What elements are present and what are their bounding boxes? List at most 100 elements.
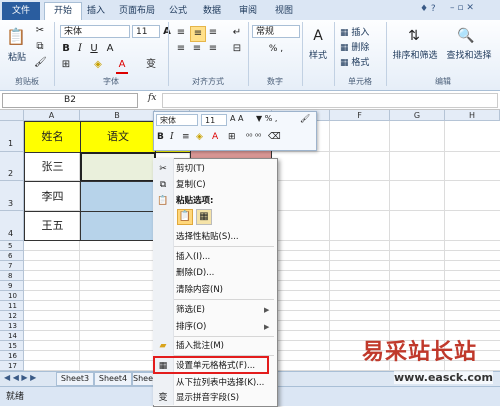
align-right-icon[interactable]: ≡: [206, 42, 220, 56]
menu-item-show-phonetic[interactable]: 显示拼音字段(S): [176, 391, 239, 405]
sheet-tab-sheet4[interactable]: Sheet4: [94, 372, 132, 386]
align-left-icon[interactable]: ≡: [174, 42, 188, 56]
row-header-5[interactable]: 5: [0, 241, 24, 251]
align-center-icon[interactable]: ≡: [190, 42, 204, 56]
merge-center-icon[interactable]: ⊟: [230, 42, 244, 56]
formula-input[interactable]: [162, 93, 498, 108]
row-header-4[interactable]: 4: [0, 211, 24, 241]
mini-format-painter-icon[interactable]: 🖌: [300, 114, 310, 123]
mini-italic-icon[interactable]: I: [170, 132, 174, 142]
row-header-15[interactable]: 15: [0, 341, 24, 351]
bold-icon[interactable]: B: [60, 42, 72, 56]
menu-item-clear-contents[interactable]: 清除内容(N): [176, 283, 223, 297]
paste-option-values-icon[interactable]: ▦: [196, 209, 212, 225]
grow-font-icon[interactable]: A: [162, 25, 172, 39]
find-icon[interactable]: 🔍: [456, 26, 476, 46]
menu-item-paste-special[interactable]: 选择性粘贴(S)...: [176, 230, 239, 244]
row-header-1[interactable]: 1: [0, 121, 24, 152]
align-middle-icon[interactable]: ≡: [190, 26, 206, 42]
font-name-combo[interactable]: 宋体: [60, 25, 130, 38]
column-header-B[interactable]: B: [80, 110, 155, 121]
menu-item-filter[interactable]: 筛选(E): [176, 303, 205, 317]
paste-option-default-icon[interactable]: 📋: [177, 209, 193, 225]
tab-data[interactable]: 数据: [200, 3, 224, 19]
column-header-A[interactable]: A: [24, 110, 80, 121]
mini-border-icon[interactable]: ⊞: [228, 132, 236, 142]
menu-item-insert[interactable]: 插入(I)...: [176, 250, 210, 264]
row-header-2[interactable]: 2: [0, 152, 24, 181]
menu-item-sort[interactable]: 排序(O): [176, 320, 206, 334]
number-format-combo[interactable]: 常规: [252, 25, 300, 38]
paste-button[interactable]: 粘贴: [6, 50, 28, 63]
text-color-icon[interactable]: A: [116, 58, 128, 74]
mini-eraser-icon[interactable]: ⌫: [268, 132, 281, 142]
column-header-H[interactable]: H: [445, 110, 500, 121]
insert-function-icon[interactable]: fx: [148, 93, 156, 103]
name-box[interactable]: B2: [2, 93, 138, 108]
cell-A3[interactable]: 李四: [24, 181, 81, 212]
row-header-11[interactable]: 11: [0, 301, 24, 311]
cut-icon[interactable]: ✂: [34, 24, 46, 38]
sheet-nav-arrows[interactable]: ◀ ◀ ▶ ▶: [4, 373, 36, 382]
copy-icon[interactable]: ⧉: [34, 40, 46, 54]
mini-decimal-icons[interactable]: ⁰⁰ ⁰⁰: [246, 132, 261, 141]
styles-icon[interactable]: A: [308, 26, 328, 46]
menu-item-copy[interactable]: 复制(C): [176, 178, 206, 192]
tab-page-layout[interactable]: 页面布局: [114, 3, 160, 19]
row-header-16[interactable]: 16: [0, 351, 24, 361]
paste-icon[interactable]: 📋: [6, 26, 26, 48]
row-header-3[interactable]: 3: [0, 181, 24, 211]
tab-review[interactable]: 审阅: [236, 3, 260, 19]
border-icon[interactable]: ⊞: [60, 58, 72, 72]
cell-B1[interactable]: 语文: [80, 121, 156, 153]
mini-number-icons[interactable]: ▼ % ,: [256, 114, 277, 123]
mini-fill-icon[interactable]: ◈: [196, 132, 203, 142]
mini-align-icon[interactable]: ≡: [182, 132, 190, 142]
window-controls[interactable]: – ▫ ✕: [450, 3, 474, 13]
find-select-button[interactable]: 查找和选择: [446, 48, 492, 61]
select-all-corner[interactable]: [0, 110, 24, 121]
row-header-9[interactable]: 9: [0, 281, 24, 291]
cell-B2-active[interactable]: [80, 152, 156, 182]
help-icon[interactable]: ♦ ?: [420, 4, 436, 14]
row-header-10[interactable]: 10: [0, 291, 24, 301]
menu-item-cut[interactable]: 剪切(T): [176, 162, 205, 176]
column-header-F[interactable]: F: [330, 110, 390, 121]
sort-filter-button[interactable]: 排序和筛选: [392, 48, 438, 61]
mini-font-color-icon[interactable]: A: [212, 132, 218, 142]
number-format-buttons[interactable]: % ,: [252, 42, 300, 56]
font-size-combo[interactable]: 11: [132, 25, 160, 38]
cell-B4[interactable]: [80, 211, 156, 241]
menu-item-insert-comment[interactable]: 插入批注(M): [176, 339, 224, 353]
menu-item-delete[interactable]: 删除(D)...: [176, 266, 214, 280]
cell-A4[interactable]: 王五: [24, 211, 81, 241]
mini-bold-icon[interactable]: B: [157, 132, 164, 142]
row-header-8[interactable]: 8: [0, 271, 24, 281]
mini-font-combo[interactable]: 宋体: [156, 114, 198, 126]
cell-A1[interactable]: 姓名: [24, 121, 81, 153]
menu-item-pick-from-list[interactable]: 从下拉列表中选择(K)...: [176, 376, 264, 390]
row-header-7[interactable]: 7: [0, 261, 24, 271]
styles-button[interactable]: 样式: [306, 48, 330, 61]
row-header-17[interactable]: 17: [0, 361, 24, 371]
italic-icon[interactable]: I: [74, 42, 86, 56]
row-header-14[interactable]: 14: [0, 331, 24, 341]
sheet-tab-sheet3[interactable]: Sheet3: [56, 372, 94, 386]
mini-size-combo[interactable]: 11: [201, 114, 227, 126]
mini-grow-shrink-icons[interactable]: A A: [230, 114, 244, 123]
format-painter-icon[interactable]: 🖌: [34, 56, 47, 70]
row-header-6[interactable]: 6: [0, 251, 24, 261]
insert-cells-button[interactable]: ▦ 插入: [340, 25, 369, 38]
column-header-G[interactable]: G: [390, 110, 445, 121]
tab-home[interactable]: 开始: [44, 2, 82, 21]
align-top-icon[interactable]: ≡: [174, 26, 188, 40]
delete-cells-button[interactable]: ▦ 删除: [340, 40, 369, 53]
cell-A2[interactable]: 张三: [24, 152, 81, 182]
align-bottom-icon[interactable]: ≡: [206, 26, 220, 40]
wrap-text-icon[interactable]: ↵: [230, 26, 244, 40]
font-color-icon[interactable]: A: [104, 42, 116, 56]
format-cells-button[interactable]: ▦ 格式: [340, 55, 369, 68]
tab-formulas[interactable]: 公式: [166, 3, 190, 19]
tab-view[interactable]: 视图: [272, 3, 296, 19]
underline-icon[interactable]: U: [88, 42, 100, 56]
